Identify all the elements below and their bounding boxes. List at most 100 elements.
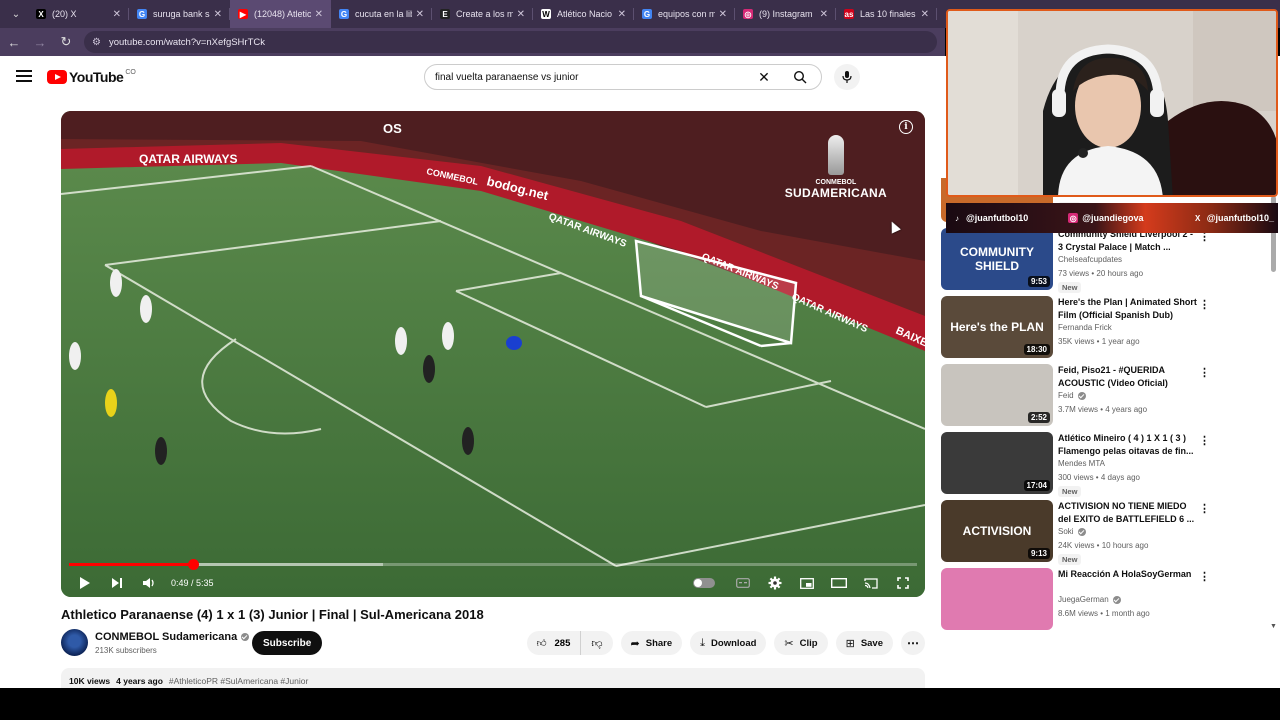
played-bar: [69, 563, 193, 566]
address-bar[interactable]: ⚙ youtube.com/watch?v=nXefgSHrTCk: [84, 31, 937, 53]
recommendation-channel[interactable]: Mendes MTA: [1058, 459, 1105, 468]
recommendation-channel[interactable]: Fernanda Frick: [1058, 323, 1112, 332]
more-options-icon[interactable]: ⋮: [1199, 434, 1210, 447]
subtitles-button[interactable]: [727, 569, 759, 597]
info-icon[interactable]: i: [899, 120, 913, 134]
recommendation-channel[interactable]: JuegaGerman: [1058, 595, 1109, 604]
browser-tab[interactable]: Gcucuta en la lib ✕: [331, 0, 432, 28]
browser-tab[interactable]: Gequipos con m ✕: [634, 0, 735, 28]
miniplayer-icon: [800, 577, 814, 589]
browser-tab[interactable]: E Create a los m ✕: [432, 0, 533, 28]
recommendation-item[interactable]: Here's the PLAN 18:30 Here's the Plan | An…: [941, 296, 1271, 358]
clip-label: Clip: [799, 637, 818, 649]
recommendation-channel[interactable]: Chelseafcupdates: [1058, 255, 1122, 264]
volume-button[interactable]: [133, 569, 165, 597]
tab-close-icon[interactable]: ✕: [820, 9, 828, 20]
play-button[interactable]: [69, 569, 101, 597]
subscribe-button[interactable]: Subscribe: [252, 631, 323, 655]
autoplay-toggle[interactable]: [693, 578, 715, 588]
recommendation-channel-row[interactable]: Fernanda Frick: [1058, 323, 1112, 332]
tab-search-chevron-icon[interactable]: ⌄: [4, 4, 28, 24]
search-button[interactable]: [777, 65, 821, 89]
recommendation-channel-row[interactable]: Chelseafcupdates: [1058, 255, 1122, 264]
more-options-icon[interactable]: ⋮: [1199, 298, 1210, 311]
tab-close-icon[interactable]: ✕: [517, 9, 525, 20]
recommendation-channel[interactable]: Feid: [1058, 391, 1074, 400]
miniplayer-button[interactable]: [791, 569, 823, 597]
more-actions-icon[interactable]: ⋯: [901, 631, 925, 655]
video-thumbnail[interactable]: Here's the PLAN 18:30: [941, 296, 1053, 358]
gear-icon: [768, 576, 782, 590]
back-arrow-icon[interactable]: ←: [2, 30, 26, 54]
recommendation-title[interactable]: ACTIVISION NO TIENE MIEDO del EXITO de B…: [1058, 500, 1198, 526]
fullscreen-icon: [897, 577, 909, 589]
channel-name[interactable]: CONMEBOL Sudamericana: [95, 631, 237, 643]
video-thumbnail[interactable]: 17:04: [941, 432, 1053, 494]
recommendation-title[interactable]: Mi Reacción A HolaSoyGerman: [1058, 568, 1198, 581]
recommendation-item[interactable]: 2:52 Feid, Piso21 - #QUERIDA ACOUSTIC (Vi…: [941, 364, 1271, 426]
browser-tab[interactable]: Gsuruga bank sa ✕: [129, 0, 230, 28]
tab-close-icon[interactable]: ✕: [921, 9, 929, 20]
more-options-icon[interactable]: ⋮: [1199, 366, 1210, 379]
recommendation-channel[interactable]: Soki: [1058, 527, 1074, 536]
menu-icon[interactable]: [16, 70, 32, 82]
tab-close-icon[interactable]: ✕: [214, 9, 222, 20]
video-thumbnail[interactable]: COMMUNITY SHIELD 9:53: [941, 228, 1053, 290]
recommendation-title[interactable]: Here's the Plan | Animated Short Film (O…: [1058, 296, 1198, 322]
more-options-icon[interactable]: ⋮: [1199, 502, 1210, 515]
channel-name-row[interactable]: CONMEBOL Sudamericana: [95, 631, 250, 643]
cast-button[interactable]: [855, 569, 887, 597]
next-button[interactable]: [101, 569, 133, 597]
recommendation-item[interactable]: Mi Reacción A HolaSoyGerman JuegaGerman 8.…: [941, 568, 1271, 630]
youtube-logo[interactable]: YouTube CO: [47, 69, 136, 85]
recommendation-channel-row[interactable]: Feid: [1058, 391, 1086, 400]
tab-close-icon[interactable]: ✕: [618, 9, 626, 20]
recommendation-item[interactable]: 17:04 Atlético Mineiro ( 4 ) 1 X 1 ( 3 ) …: [941, 432, 1271, 497]
share-button[interactable]: ➦ Share: [620, 631, 683, 655]
save-button[interactable]: ⊞ Save: [835, 631, 893, 655]
tab-favicon-icon: G: [339, 9, 349, 19]
dislike-button[interactable]: 👎︎: [581, 631, 612, 655]
theater-mode-button[interactable]: [823, 569, 855, 597]
recommendation-item[interactable]: COMMUNITY SHIELD 9:53 Community Shield Liv…: [941, 228, 1271, 293]
sidebar-scrollbar[interactable]: ▼: [1268, 178, 1278, 632]
progress-bar[interactable]: [69, 559, 917, 570]
forward-arrow-icon[interactable]: →: [28, 30, 52, 54]
reload-icon[interactable]: ↻: [54, 30, 78, 54]
clip-button[interactable]: ✂ Clip: [774, 631, 828, 655]
description-box[interactable]: 10K views 4 years ago #AthleticoPR #SulAme…: [61, 668, 925, 688]
more-options-icon[interactable]: ⋮: [1199, 570, 1210, 583]
download-button[interactable]: ⤓ Download: [690, 631, 767, 655]
video-player[interactable]: QATAR AIRWAYS CONMEBOL bodog.net QATAR A…: [61, 111, 925, 597]
browser-tab[interactable]: as Las 10 finales ✕: [836, 0, 937, 28]
voice-search-button[interactable]: [834, 64, 860, 90]
browser-tab[interactable]: ◎ (9) Instagram ✕: [735, 0, 836, 28]
video-thumbnail[interactable]: [941, 568, 1053, 630]
recommendation-channel-row[interactable]: JuegaGerman: [1058, 595, 1121, 604]
search-input[interactable]: final vuelta paranaense vs junior: [425, 72, 751, 83]
browser-tab[interactable]: ▶ (12048) Atletic ✕: [230, 0, 331, 28]
like-button[interactable]: 👍︎ 285: [527, 631, 582, 655]
recommendation-stats: 300 views • 4 days ago: [1058, 473, 1140, 482]
tab-close-icon[interactable]: ✕: [113, 9, 121, 20]
fullscreen-button[interactable]: [887, 569, 919, 597]
recommendation-channel-row[interactable]: Soki: [1058, 527, 1086, 536]
browser-tab[interactable]: W Atlético Nacio ✕: [533, 0, 634, 28]
search-box[interactable]: final vuelta paranaense vs junior ✕: [424, 64, 822, 90]
tab-close-icon[interactable]: ✕: [315, 9, 323, 20]
site-settings-icon[interactable]: ⚙: [92, 37, 101, 48]
scroll-down-arrow-icon[interactable]: ▼: [1270, 623, 1277, 630]
recommendation-title[interactable]: Feid, Piso21 - #QUERIDA ACOUSTIC (Video …: [1058, 364, 1198, 390]
recommendation-title[interactable]: Atlético Mineiro ( 4 ) 1 X 1 ( 3 ) Flame…: [1058, 432, 1198, 458]
recommendation-channel-row[interactable]: Mendes MTA: [1058, 459, 1105, 468]
channel-avatar[interactable]: [61, 629, 88, 656]
hashtags[interactable]: #AthleticoPR #SulAmericana #Junior: [169, 676, 308, 686]
settings-button[interactable]: [759, 569, 791, 597]
tab-close-icon[interactable]: ✕: [719, 9, 727, 20]
recommendation-item[interactable]: ACTIVISION 9:13 ACTIVISION NO TIENE MIEDO …: [941, 500, 1271, 565]
video-thumbnail[interactable]: ACTIVISION 9:13: [941, 500, 1053, 562]
video-thumbnail[interactable]: 2:52: [941, 364, 1053, 426]
tab-close-icon[interactable]: ✕: [416, 9, 424, 20]
clear-search-icon[interactable]: ✕: [751, 69, 777, 86]
browser-tab[interactable]: X (20) X ✕: [28, 0, 129, 28]
